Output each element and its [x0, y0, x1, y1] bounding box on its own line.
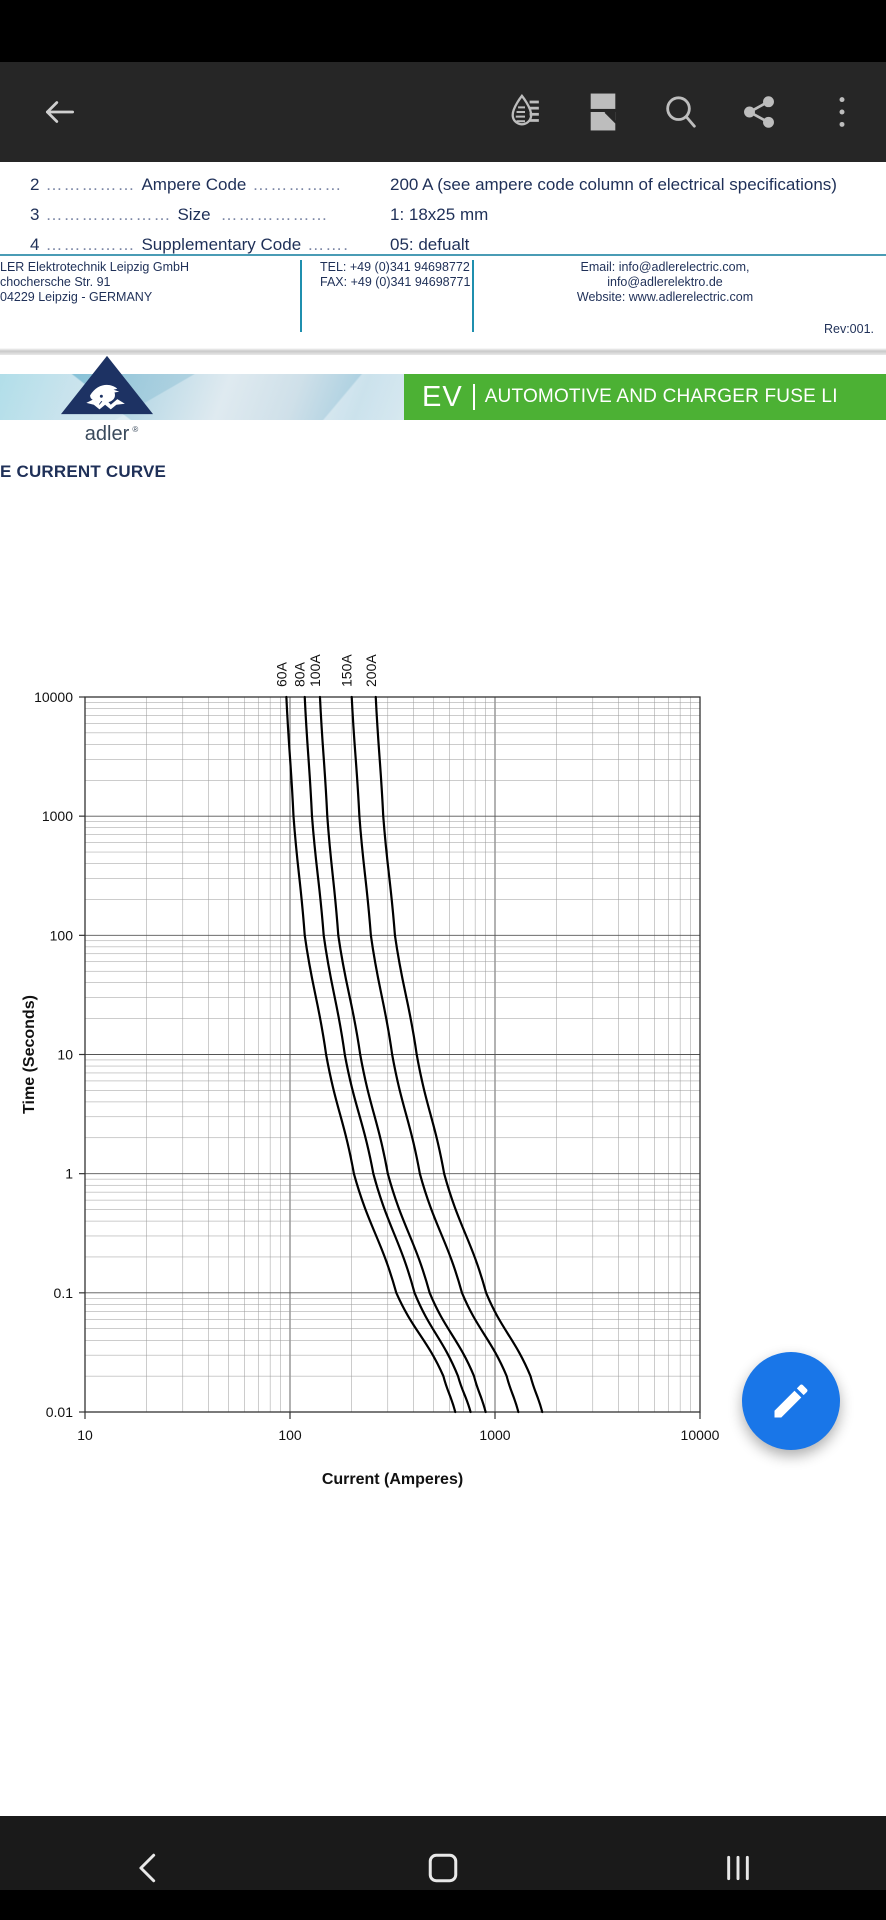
brightness-icon[interactable]: [486, 73, 564, 151]
divider: [0, 254, 886, 256]
curve-label-150A: 150A: [339, 654, 355, 687]
eagle-triangle-icon: [60, 355, 154, 415]
page-fit-icon[interactable]: [564, 73, 642, 151]
list-item: 2 …………… Ampere Code …………… 200 A (see amp…: [0, 170, 837, 200]
curve-label-60A: 60A: [273, 661, 289, 687]
phone-block: TEL: +49 (0)341 94698772 FAX: +49 (0)341…: [302, 260, 472, 332]
document-viewport[interactable]: 2 …………… Ampere Code …………… 200 A (see amp…: [0, 162, 886, 1816]
time-current-curve-chart: 0.01 0.1 1 10 100 1000 10000 10 100 1000 10000 Curr…: [0, 492, 886, 1522]
y-tick-label: 1: [65, 1166, 73, 1182]
code-number: 3: [30, 205, 40, 224]
ev-label: EV: [422, 380, 463, 413]
code-value: 200 A (see ampere code column of electri…: [390, 175, 837, 194]
chart-svg: 0.01 0.1 1 10 100 1000 10000 10 100 1000 10000 Curr…: [21, 654, 720, 1488]
code-dots-right: ……………: [252, 175, 343, 194]
x-tick-label: 1000: [479, 1427, 510, 1443]
nav-back-button[interactable]: [0, 1851, 295, 1885]
company-address: LER Elektrotechnik Leipzig GmbH chochers…: [0, 260, 300, 332]
x-tick-label: 10000: [681, 1427, 720, 1443]
curve-label-100A: 100A: [307, 654, 323, 687]
adler-logo: adler ®: [52, 354, 162, 446]
y-tick-label: 10000: [34, 689, 73, 705]
gesture-area: [0, 1890, 886, 1920]
banner-subtitle: AUTOMOTIVE AND CHARGER FUSE LI: [484, 386, 838, 407]
code-label: Ampere Code: [141, 175, 247, 194]
nav-home-button[interactable]: [295, 1850, 590, 1886]
code-label: Size: [177, 205, 211, 224]
company-line: LER Elektrotechnik Leipzig GmbH: [0, 260, 189, 274]
y-axis-title: Time (Seconds): [21, 995, 38, 1114]
registered-mark: ®: [132, 425, 139, 434]
back-arrow-icon[interactable]: [21, 73, 99, 151]
nav-recents-button[interactable]: [591, 1852, 886, 1884]
adler-wordmark: adler ®: [84, 423, 138, 446]
list-item: 3 ………………… Size ……………… 1: 18x25 mm: [0, 200, 488, 230]
pencil-icon: [774, 1384, 808, 1418]
app-toolbar: [0, 62, 886, 162]
edit-fab[interactable]: [742, 1352, 840, 1450]
code-dots-left: …………………: [45, 205, 172, 224]
share-icon[interactable]: [720, 73, 798, 151]
search-icon[interactable]: [642, 73, 720, 151]
x-axis-title: Current (Amperes): [322, 1471, 463, 1488]
y-tick-label: 0.1: [54, 1285, 74, 1301]
code-list: 2 …………… Ampere Code …………… 200 A (see amp…: [0, 162, 886, 254]
curve-label-80A: 80A: [292, 661, 308, 687]
screen: 2 …………… Ampere Code …………… 200 A (see amp…: [0, 0, 886, 1920]
email-line: Email: info@adlerelectric.com,: [580, 260, 750, 274]
y-tick-label: 1000: [42, 808, 73, 824]
revision-label: Rev:001.: [823, 322, 874, 336]
status-bar: [0, 0, 886, 62]
curve-label-200A: 200A: [363, 654, 379, 687]
company-line: 04229 Leipzig - GERMANY: [0, 290, 153, 304]
banner-green-bar: EV AUTOMOTIVE AND CHARGER FUSE LI: [404, 374, 886, 420]
y-tick-label: 0.01: [46, 1404, 73, 1420]
x-tick-label: 100: [278, 1427, 302, 1443]
code-dots-right: ………………: [220, 205, 329, 224]
phone-line: FAX: +49 (0)341 94698771: [320, 275, 471, 289]
phone-line: TEL: +49 (0)341 94698772: [320, 260, 470, 274]
code-dots-left: ……………: [45, 175, 136, 194]
page-title: E CURRENT CURVE: [0, 462, 167, 481]
email-line: info@adlerelektro.de: [607, 275, 723, 289]
y-tick-label: 100: [50, 927, 74, 943]
x-tick-label: 10: [77, 1427, 93, 1443]
code-value: 1: 18x25 mm: [390, 205, 489, 224]
code-number: 2: [30, 175, 40, 194]
y-tick-label: 10: [57, 1047, 73, 1063]
contact-block: LER Elektrotechnik Leipzig GmbH chochers…: [0, 260, 886, 332]
website-line: Website: www.adlerelectric.com: [576, 290, 754, 304]
adler-wordmark-text: adler: [84, 423, 130, 445]
company-line: chochersche Str. 91: [0, 275, 111, 289]
overflow-menu-icon[interactable]: [798, 73, 886, 151]
